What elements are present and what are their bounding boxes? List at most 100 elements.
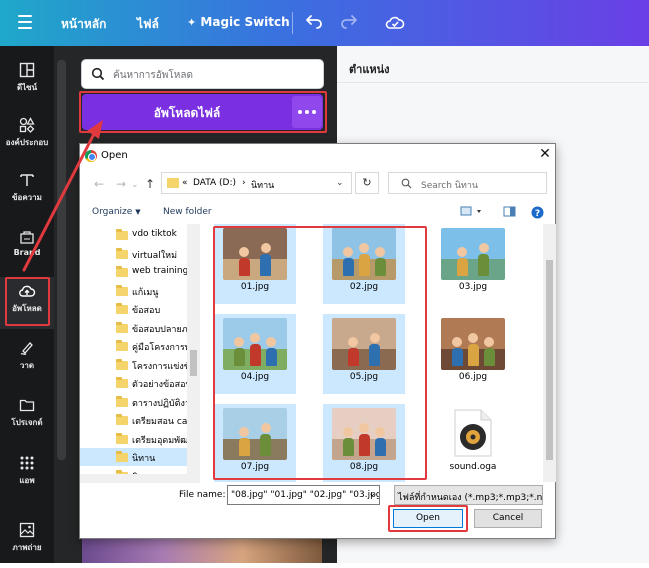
file-item[interactable]: 03.jpg bbox=[432, 224, 514, 304]
magic-switch-button[interactable]: ✦ Magic Switch bbox=[187, 15, 290, 29]
folder-icon bbox=[116, 377, 128, 388]
divider bbox=[337, 82, 649, 83]
annotation-box-open-button bbox=[388, 505, 468, 532]
redo-icon[interactable] bbox=[337, 11, 361, 35]
home-button[interactable]: หน้าหลัก bbox=[61, 15, 106, 34]
rail-item-projects[interactable]: โปรเจกต์ bbox=[0, 391, 54, 443]
cancel-button[interactable]: Cancel bbox=[474, 509, 542, 528]
divider bbox=[292, 12, 293, 34]
uploads-search-input[interactable]: ค้นหาการอัพโหลด bbox=[81, 59, 324, 89]
tree-item-label: ตัวอย่างข้อสอบ bbox=[132, 380, 188, 390]
cloud-saved-icon[interactable] bbox=[383, 11, 407, 35]
rail-item-photos[interactable]: ภาพถ่าย bbox=[0, 516, 54, 568]
forward-arrow-icon[interactable]: → bbox=[116, 177, 126, 191]
tree-item[interactable]: นิทาน bbox=[80, 467, 187, 474]
scroll-thumb[interactable] bbox=[546, 260, 553, 460]
position-label: ตำแหน่ง bbox=[349, 63, 390, 76]
view-options-icon[interactable] bbox=[460, 206, 484, 218]
rail-label: ภาพถ่าย bbox=[12, 543, 42, 552]
apps-icon bbox=[20, 456, 34, 470]
chevron-down-icon[interactable]: ⌄ bbox=[336, 178, 344, 188]
chevron-down-icon[interactable]: ⌄ bbox=[368, 489, 376, 499]
tree-item[interactable]: virtualใหม่ bbox=[80, 245, 187, 263]
chevron-down-icon: ▼ bbox=[135, 208, 141, 216]
up-arrow-icon[interactable]: ↑ bbox=[145, 177, 155, 191]
tree-item[interactable]: ข้อสอบ bbox=[80, 300, 187, 318]
rail-item-brand[interactable]: Brand bbox=[0, 223, 54, 275]
rail-item-design[interactable]: ดีไซน์ bbox=[0, 56, 54, 108]
tree-item[interactable]: ข้อสอบปลายภาค bbox=[80, 319, 188, 337]
tree-item[interactable]: โครงการแข่งขัน bbox=[80, 356, 188, 374]
search-icon bbox=[91, 67, 105, 81]
file-item[interactable]: 06.jpg bbox=[432, 314, 514, 394]
file-list-scrollbar[interactable] bbox=[543, 224, 556, 482]
tree-item[interactable]: ตัวอย่างข้อสอบ bbox=[80, 374, 188, 392]
rail-item-apps[interactable]: แอพ bbox=[0, 449, 54, 501]
brand-icon bbox=[20, 231, 34, 244]
rail-label: ข้อความ bbox=[12, 193, 42, 202]
address-bar[interactable]: « DATA (D:) › นิทาน ⌄ bbox=[161, 172, 352, 194]
folder-icon bbox=[116, 303, 128, 314]
organize-button[interactable]: Organize ▼ bbox=[92, 207, 141, 217]
tree-item[interactable]: vdo tiktok bbox=[80, 226, 187, 244]
tree-item-label: นิทาน bbox=[132, 454, 156, 464]
menu-icon[interactable] bbox=[18, 15, 32, 29]
tree-item[interactable]: ตารางปฏิบัติงาน bbox=[80, 393, 188, 411]
file-item[interactable]: sound.oga bbox=[432, 404, 514, 482]
panel-scrollbar[interactable] bbox=[57, 60, 66, 460]
tree-item[interactable]: เตรียมอุดมพัฒน bbox=[80, 430, 188, 448]
file-name-value: "08.jpg" "01.jpg" "02.jpg" "03.jpg" bbox=[231, 490, 380, 500]
tree-vertical-scrollbar[interactable] bbox=[187, 224, 200, 482]
text-icon bbox=[20, 174, 34, 186]
search-placeholder: ค้นหาการอัพโหลด bbox=[113, 70, 193, 81]
folder-icon bbox=[116, 284, 128, 296]
annotation-box-upload-button bbox=[79, 91, 327, 133]
undo-icon[interactable] bbox=[302, 11, 326, 35]
tree-item-label: web training bbox=[132, 266, 188, 276]
file-thumbnail bbox=[441, 318, 505, 370]
folder-tree: vdo tiktok virtualใหม่ web training แก้เมนู… bbox=[80, 224, 200, 474]
tree-item-label: โครงการแข่งขัน bbox=[132, 361, 188, 372]
folder-icon bbox=[116, 414, 128, 425]
magic-switch-label: Magic Switch bbox=[200, 15, 290, 29]
file-name-label: File name: bbox=[179, 490, 226, 500]
tree-item-label: แก้เมนู bbox=[132, 287, 159, 298]
recent-dropdown-icon[interactable]: ⌄ bbox=[131, 180, 139, 190]
upload-thumbnail-strip[interactable] bbox=[82, 537, 322, 563]
file-menu-button[interactable]: ไฟล์ bbox=[137, 15, 159, 34]
refresh-icon[interactable]: ↻ bbox=[355, 172, 379, 194]
tree-item[interactable]: แก้เมนู bbox=[80, 282, 187, 300]
path-drive[interactable]: DATA (D:) bbox=[193, 178, 236, 188]
photo-icon bbox=[19, 522, 35, 538]
tree-item-label: เตรียมอุดมพัฒน bbox=[132, 435, 188, 446]
path-folder[interactable]: นิทาน bbox=[251, 178, 274, 192]
scroll-thumb[interactable] bbox=[190, 350, 197, 376]
file-type-value: ไฟล์ที่กำหนดเอง (*.mp3;*.mp3;*.n bbox=[398, 493, 543, 503]
folder-icon bbox=[116, 432, 128, 444]
rail-item-draw[interactable]: วาด bbox=[0, 334, 54, 386]
tree-item-label: virtualใหม่ bbox=[132, 250, 178, 261]
draw-icon bbox=[20, 342, 33, 355]
tree-item[interactable]: เตรียมสอน can bbox=[80, 411, 188, 429]
rail-item-text[interactable]: ข้อความ bbox=[0, 166, 54, 218]
tree-item[interactable]: นิทาน bbox=[80, 448, 187, 466]
dialog-search-input[interactable]: Search นิทาน bbox=[388, 172, 547, 194]
path-prefix: « bbox=[182, 178, 188, 188]
preview-pane-icon[interactable] bbox=[503, 206, 516, 218]
file-type-select[interactable]: ไฟล์ที่กำหนดเอง (*.mp3;*.mp3;*.n bbox=[394, 485, 543, 505]
tree-item[interactable]: คู่มือโครงการพ bbox=[80, 337, 188, 355]
rail-item-elements[interactable]: องค์ประกอบ bbox=[0, 111, 54, 163]
path-separator: › bbox=[242, 178, 246, 188]
folder-icon bbox=[116, 266, 128, 277]
annotation-box-upload-tab bbox=[5, 277, 50, 326]
folder-icon bbox=[19, 399, 35, 412]
new-folder-button[interactable]: New folder bbox=[163, 207, 212, 217]
svg-text:?: ? bbox=[535, 209, 540, 219]
help-icon[interactable]: ? bbox=[531, 206, 544, 219]
back-arrow-icon[interactable]: ← bbox=[94, 177, 104, 191]
tree-horizontal-scrollbar[interactable] bbox=[80, 474, 200, 483]
file-name-input[interactable]: "08.jpg" "01.jpg" "02.jpg" "03.jpg" ⌄ bbox=[227, 485, 380, 505]
rail-label: Brand bbox=[13, 248, 41, 257]
tree-item[interactable]: web training bbox=[80, 263, 188, 281]
close-icon[interactable]: ✕ bbox=[537, 146, 553, 162]
